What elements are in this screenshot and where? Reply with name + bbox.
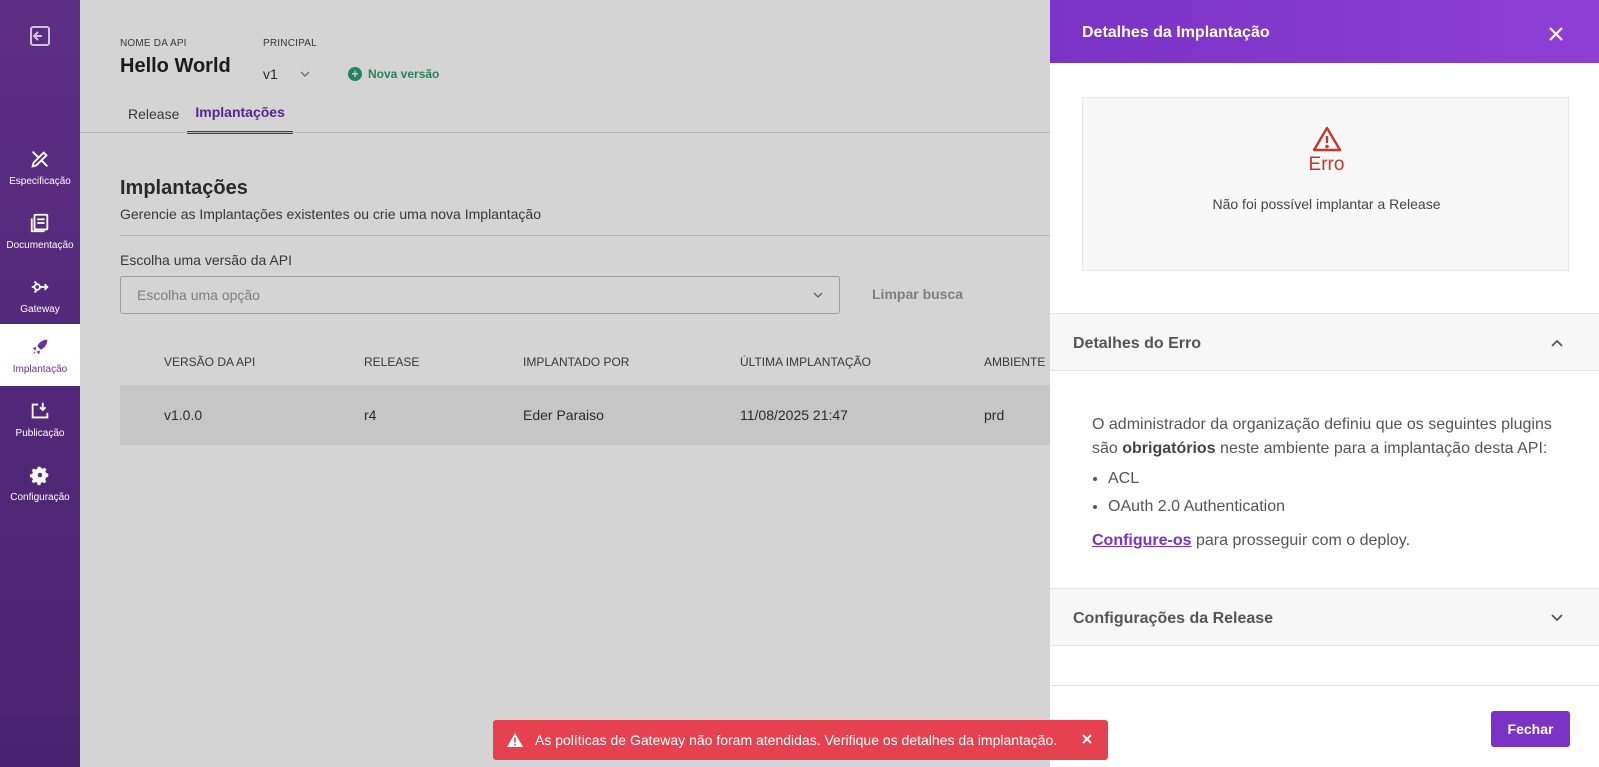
chevron-down-icon <box>300 71 310 77</box>
cell-environment: prd <box>984 407 1005 423</box>
plus-circle-icon: + <box>348 67 362 81</box>
table-header: VERSÃO DA API RELEASE IMPLANTADO POR ÚLT… <box>120 340 1050 384</box>
chevron-up-icon <box>1551 339 1563 347</box>
table-row[interactable]: v1.0.0 r4 Eder Paraiso 11/08/2025 21:47 … <box>120 385 1050 445</box>
error-details-body: O administrador da organização definiu q… <box>1092 413 1572 553</box>
column-header: AMBIENTE <box>984 355 1046 369</box>
sidebar-item-label: Gateway <box>20 303 60 315</box>
chevron-down-icon <box>1551 614 1563 622</box>
error-title: Erro <box>1308 154 1345 175</box>
pen-ruler-icon <box>31 150 48 168</box>
new-version-button[interactable]: + Nova versão <box>348 67 439 81</box>
error-summary: Erro Não foi possível implantar a Releas… <box>1082 97 1569 271</box>
column-header: ÚLTIMA IMPLANTAÇÃO <box>740 355 871 369</box>
sidebar-item-documentacao[interactable]: Documentação <box>0 200 80 262</box>
sidebar-item-publicacao[interactable]: Publicação <box>0 388 80 450</box>
warning-icon <box>1312 126 1342 152</box>
sidebar-item-configuracao[interactable]: Configuração <box>0 452 80 514</box>
cell-last-deploy: 11/08/2025 21:47 <box>740 407 848 423</box>
sidebar-item-label: Implantação <box>12 363 68 375</box>
close-icon[interactable] <box>1080 732 1094 746</box>
new-version-label: Nova versão <box>368 67 440 81</box>
sidebar-item-gateway[interactable]: Gateway <box>0 264 80 326</box>
gateway-icon <box>31 280 49 293</box>
select-placeholder: Escolha uma opção <box>137 287 260 303</box>
sidebar-item-label: Especificação <box>9 175 71 187</box>
sidebar-item-implantacao[interactable]: Implantação <box>0 324 80 386</box>
column-header: IMPLANTADO POR <box>523 355 630 369</box>
cell-release: r4 <box>364 407 377 423</box>
sidebar-item-label: Documentação <box>6 239 74 251</box>
error-toast: As políticas de Gateway não foram atendi… <box>493 720 1108 760</box>
drawer-title: Detalhes da Implantação <box>1082 24 1270 41</box>
publish-icon <box>31 402 49 418</box>
list-item: OAuth 2.0 Authentication <box>1108 495 1572 519</box>
cell-deployed-by: Eder Paraiso <box>523 407 604 423</box>
drawer-header: Detalhes da Implantação <box>1050 0 1599 63</box>
column-header: RELEASE <box>364 355 420 369</box>
sidebar-item-especificacao[interactable]: Especificação <box>0 136 80 198</box>
config-hint: Configure-os para prosseguir com o deplo… <box>1092 532 1411 549</box>
configure-link[interactable]: Configure-os <box>1092 532 1192 549</box>
chevron-down-icon <box>813 292 823 298</box>
divider <box>1050 685 1599 686</box>
version-filter-label: Escolha uma versão da API <box>120 252 292 268</box>
accordion-release-config[interactable]: Configurações da Release <box>1050 588 1599 646</box>
main-content: NOME DA API Hello World PRINCIPAL v1 + N… <box>80 0 1050 767</box>
version-select[interactable]: v1 <box>263 66 310 82</box>
tab-implantacoes[interactable]: Implantações <box>187 96 293 134</box>
api-name: Hello World <box>120 55 231 77</box>
column-header: VERSÃO DA API <box>164 355 256 369</box>
close-icon[interactable] <box>1546 24 1566 44</box>
list-item: ACL <box>1108 467 1572 491</box>
version-value: v1 <box>263 66 278 82</box>
error-details-text: O administrador da organização definiu q… <box>1092 416 1552 457</box>
accordion-title: Configurações da Release <box>1073 610 1274 627</box>
page-title: Implantações <box>120 177 248 199</box>
warning-icon <box>507 733 523 747</box>
book-icon <box>30 213 49 232</box>
tabs: Release Implantações <box>120 96 293 134</box>
cell-version: v1.0.0 <box>164 407 203 423</box>
toast-message: As políticas de Gateway não foram atendi… <box>535 732 1058 748</box>
page-subtitle: Gerencie as Implantações existentes ou c… <box>120 206 542 222</box>
rocket-icon <box>32 339 48 354</box>
divider <box>120 235 1050 236</box>
exit-icon[interactable] <box>28 24 52 48</box>
clear-search-button[interactable]: Limpar busca <box>872 286 963 302</box>
api-name-label: NOME DA API <box>120 38 187 49</box>
sidebar-item-label: Configuração <box>10 491 70 503</box>
deployment-details-drawer: Detalhes da Implantação Erro Não foi pos… <box>1050 0 1599 767</box>
divider <box>80 132 1050 133</box>
gear-icon <box>29 466 49 485</box>
error-message: Não foi possível implantar a Release <box>1212 196 1441 212</box>
principal-label: PRINCIPAL <box>263 38 317 49</box>
plugin-list: ACL OAuth 2.0 Authentication <box>1108 467 1572 519</box>
sidebar-item-label: Publicação <box>15 427 65 439</box>
sidebar: Especificação Documentação Gateway Impla… <box>0 0 80 767</box>
version-filter-select[interactable]: Escolha uma opção <box>120 276 840 314</box>
tab-release[interactable]: Release <box>120 96 187 134</box>
accordion-title: Detalhes do Erro <box>1073 335 1202 352</box>
accordion-error-details[interactable]: Detalhes do Erro <box>1050 313 1599 371</box>
close-button[interactable]: Fechar <box>1491 711 1570 747</box>
